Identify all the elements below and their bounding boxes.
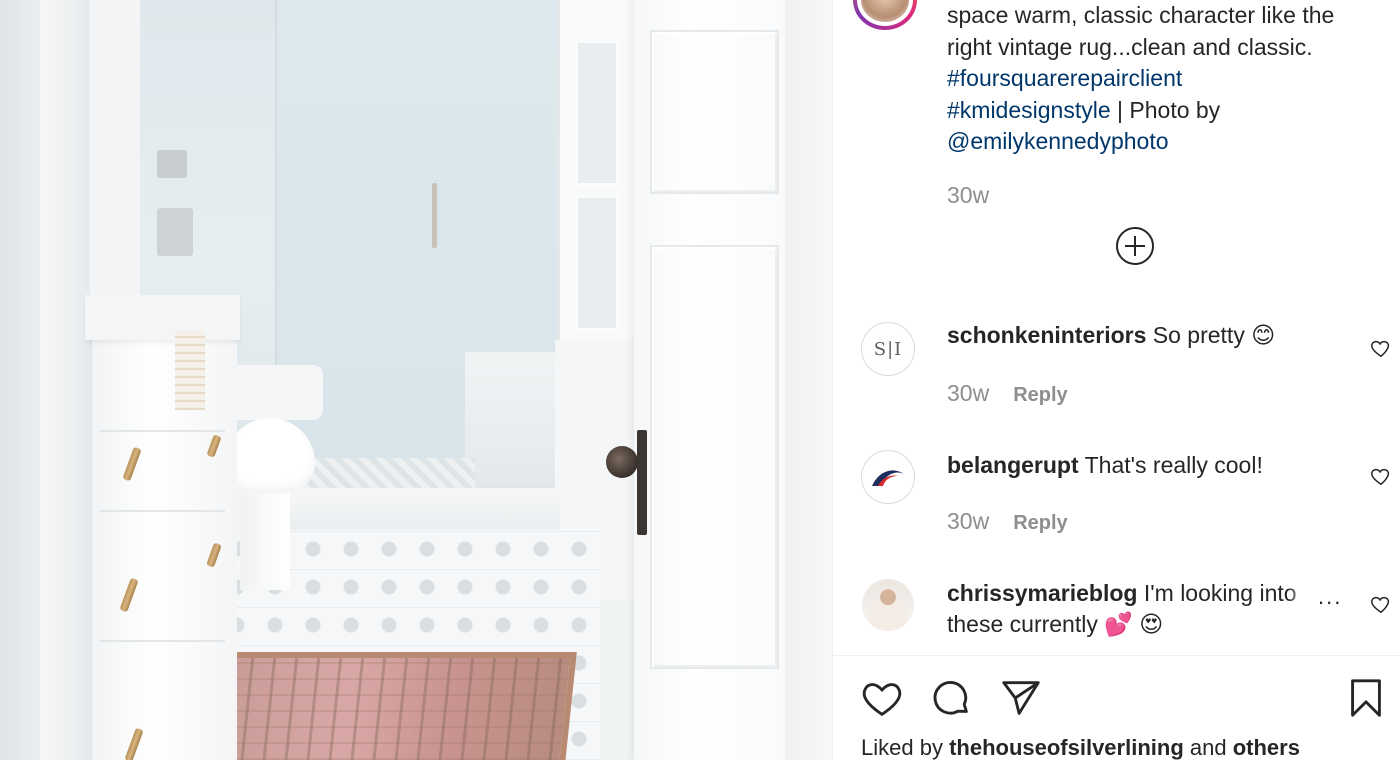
likes-others-link[interactable]: others — [1233, 735, 1300, 760]
photo-door-knob — [606, 446, 638, 478]
photo-door-edge — [785, 0, 832, 760]
comment-text: chrissymarieblog I'm looking into these … — [947, 578, 1307, 640]
plus-circle-icon[interactable] — [1116, 227, 1154, 265]
owner-avatar-ring — [857, 0, 913, 26]
photo-vanity-top — [85, 295, 240, 340]
reply-button[interactable]: Reply — [1013, 384, 1067, 406]
photo-door-panel — [650, 30, 779, 194]
paper-plane-icon[interactable] — [998, 675, 1044, 721]
photo-toilet-base — [240, 485, 290, 590]
owner-avatar[interactable] — [853, 0, 917, 30]
comment-heart-icon[interactable] — [1370, 593, 1392, 615]
comment-body: I'm looking into — [1137, 580, 1297, 606]
comment-more-button[interactable]: ... — [1288, 584, 1343, 610]
comment-body-line2: these currently 💕 😍 — [947, 611, 1164, 637]
photo-door-frame — [40, 0, 90, 760]
photo-window-pane — [575, 195, 619, 331]
comment-username[interactable]: belangerupt — [947, 452, 1079, 478]
comment-text: schonkeninteriors So pretty 😊 — [947, 320, 1327, 351]
likes-mid: and — [1183, 735, 1233, 760]
photo-drawer-line — [100, 640, 225, 642]
photo-window-pane — [575, 40, 619, 186]
comment-heart-icon[interactable] — [1370, 465, 1392, 487]
comment-meta: 30w Reply — [947, 508, 1068, 535]
comment-text: belangerupt That's really cool! — [947, 450, 1327, 481]
photo-rug — [188, 652, 577, 760]
commenter-avatar[interactable] — [861, 450, 915, 504]
comment-timestamp[interactable]: 30w — [947, 380, 989, 406]
heart-icon[interactable] — [859, 675, 905, 721]
comment-icon[interactable] — [928, 675, 974, 721]
photo-drawer-line — [100, 430, 225, 432]
liked-by-user[interactable]: thehouseofsilverlining — [949, 735, 1184, 760]
comment-timestamp[interactable]: 30w — [947, 508, 989, 534]
bookmark-icon[interactable] — [1343, 675, 1389, 721]
photo-bench — [465, 352, 560, 487]
commenter-avatar-logo: S|I — [873, 338, 903, 360]
photo-wall — [0, 0, 40, 760]
caption-line: space warm, classic character like the — [947, 2, 1335, 28]
caption-timestamp[interactable]: 30w — [947, 182, 989, 209]
commenter-avatar-image — [862, 579, 914, 631]
caption-line: right vintage rug...clean and classic. — [947, 33, 1313, 60]
photo-shower-floor — [295, 458, 475, 488]
comment-username[interactable]: chrissymarieblog — [947, 580, 1137, 606]
photo-fixture — [157, 208, 193, 256]
comment-body: That's really cool! — [1078, 452, 1263, 478]
post-caption: space warm, classic character like the r… — [947, 0, 1377, 158]
hashtag-link[interactable]: #foursquarerepairclient — [947, 65, 1182, 91]
hashtag-link[interactable]: #kmidesignstyle — [947, 97, 1111, 123]
photo-credit-mention[interactable]: @emilykennedyphoto — [947, 128, 1169, 154]
likes-summary: Liked by thehouseofsilverlining and othe… — [861, 735, 1300, 761]
photo-towel — [175, 330, 205, 410]
post-side-panel: space warm, classic character like the r… — [832, 0, 1400, 760]
photo-fixture — [157, 150, 187, 178]
owner-avatar-image — [861, 0, 909, 22]
photo-jamb — [85, 0, 140, 300]
commenter-avatar[interactable]: S|I — [861, 322, 915, 376]
photo-drawer-line — [100, 510, 225, 512]
commenter-avatar[interactable] — [861, 578, 915, 632]
actions-divider — [833, 655, 1400, 656]
photo-curb — [280, 488, 560, 533]
photo-credit-text: | Photo by — [1110, 96, 1221, 123]
commenter-avatar-logo — [872, 470, 904, 486]
post-photo[interactable] — [0, 0, 832, 760]
photo-knob-plate — [637, 430, 647, 535]
reply-button[interactable]: Reply — [1013, 512, 1067, 534]
photo-toilet-tank — [228, 365, 323, 420]
photo-door-panel — [650, 245, 779, 669]
comment-body: So pretty 😊 — [1146, 322, 1276, 348]
comment-username[interactable]: schonkeninteriors — [947, 322, 1146, 348]
comment-heart-icon[interactable] — [1370, 337, 1392, 359]
photo-shower-handle — [432, 183, 437, 248]
comment-meta: 30w Reply — [947, 380, 1068, 407]
likes-prefix: Liked by — [861, 735, 950, 760]
